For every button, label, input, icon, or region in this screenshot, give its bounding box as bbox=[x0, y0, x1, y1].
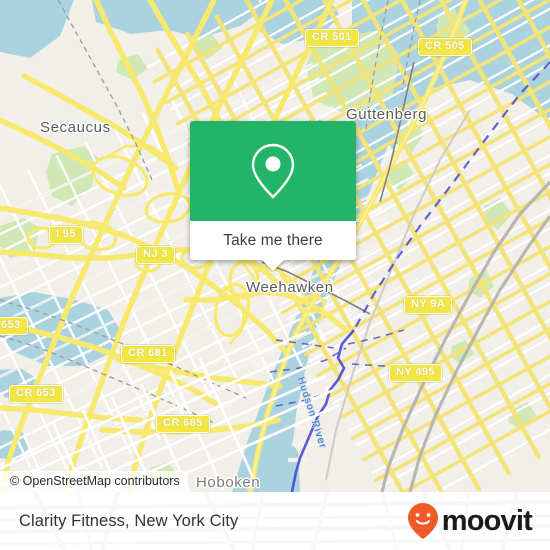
road-shield-ny495: NY 495 bbox=[389, 364, 442, 382]
moovit-logo[interactable]: moovit bbox=[406, 502, 533, 540]
popup-tail bbox=[261, 259, 285, 271]
road-shield-i95: I 95 bbox=[49, 226, 83, 244]
place-title: Clarity Fitness, New York City bbox=[19, 511, 239, 530]
popup-header bbox=[190, 121, 356, 221]
road-shield-cr505: CR 505 bbox=[418, 38, 472, 56]
osm-attribution[interactable]: © OpenStreetMap contributors bbox=[0, 471, 188, 492]
moovit-wordmark: moovit bbox=[441, 504, 533, 537]
road-shield-653: 653 bbox=[0, 317, 28, 335]
popup-footer[interactable]: Take me there bbox=[190, 221, 356, 260]
road-shield-cr685: CR 685 bbox=[156, 415, 210, 433]
footer-bar: Clarity Fitness, New York City moovit bbox=[0, 492, 550, 550]
map-canvas[interactable]: Secaucus Guttenberg Weehawken Hoboken CR… bbox=[0, 0, 550, 492]
take-me-there-label: Take me there bbox=[223, 231, 323, 249]
road-shield-ny9a: NY 9A bbox=[404, 296, 453, 314]
location-pin-icon bbox=[251, 143, 295, 199]
road-shield-cr681: CR 681 bbox=[121, 345, 175, 363]
take-me-there-popup[interactable]: Take me there bbox=[190, 121, 356, 271]
moovit-map-page: Secaucus Guttenberg Weehawken Hoboken CR… bbox=[0, 0, 550, 550]
road-shield-cr653: CR 653 bbox=[9, 385, 63, 403]
road-shield-cr501: CR 501 bbox=[305, 29, 359, 47]
road-shield-nj3: NJ 3 bbox=[136, 246, 175, 264]
moovit-pin-smiley-icon bbox=[407, 503, 438, 539]
